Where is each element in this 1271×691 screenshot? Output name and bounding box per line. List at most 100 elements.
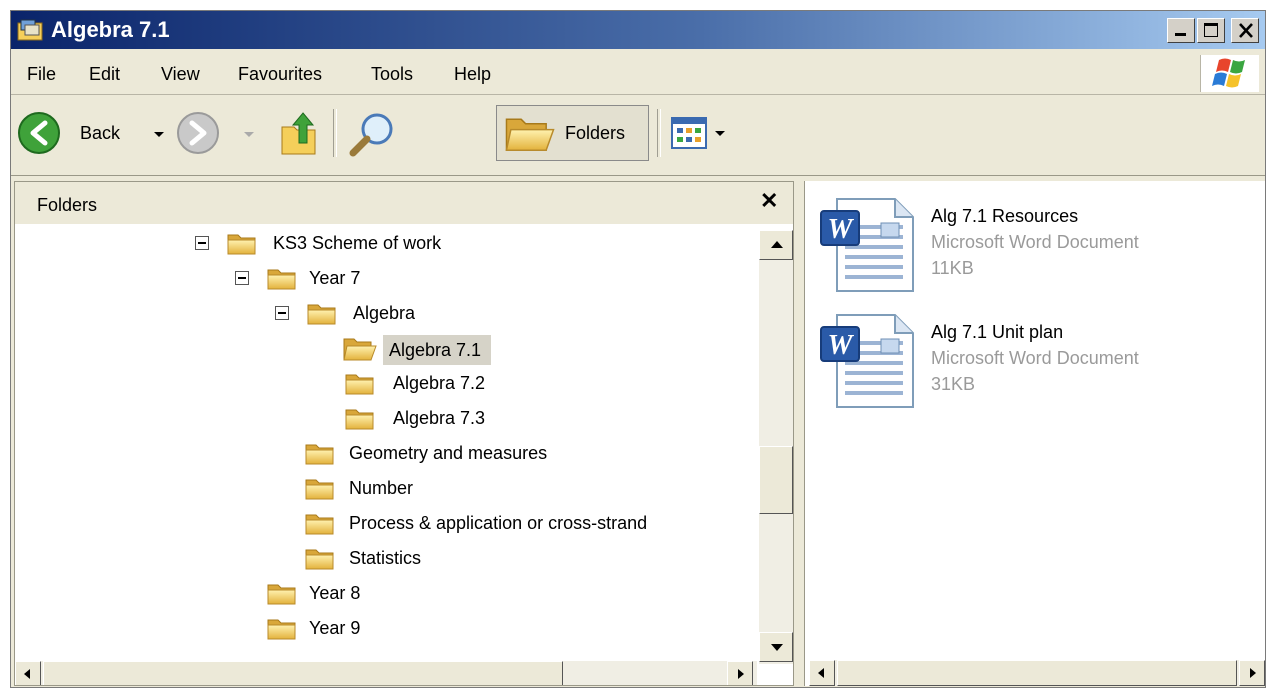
tree-horizontal-scrollbar[interactable] [15,661,757,685]
minimize-icon [1175,33,1186,36]
tree-item-label: KS3 Scheme of work [273,233,442,253]
tree-item-label: Number [349,478,414,498]
menu-bar: File Edit View Favourites Tools Help [11,52,1265,95]
folder-icon [227,234,256,255]
tree-item-year-8[interactable]: Year 8 [267,580,687,610]
folder-icon [267,584,296,605]
tree-item-label: Statistics [349,548,422,568]
minimize-button[interactable] [1167,18,1195,43]
file-type: Microsoft Word Document [931,232,1139,252]
scroll-thumb[interactable] [837,660,1237,686]
close-button[interactable] [1231,18,1259,43]
folders-pane: Folders ✕ KS3 Scheme of work Year 7 Alge… [14,181,794,686]
arrow-down-icon [771,644,783,651]
title-bar[interactable]: Algebra 7.1 [11,11,1265,49]
collapse-icon[interactable] [275,306,289,320]
forward-button[interactable] [176,111,266,155]
menu-favourites[interactable]: Favourites [238,63,322,85]
folder-icon [307,304,336,325]
tree-item-label: Algebra 7.2 [393,373,486,393]
collapse-icon[interactable] [235,271,249,285]
tree-item-algebra[interactable]: Algebra [275,300,675,330]
views-icon [671,117,707,149]
views-button[interactable] [671,117,741,153]
menu-file[interactable]: File [27,63,56,85]
file-list-pane: Alg 7.1 Resources Microsoft Word Documen… [804,181,1265,686]
back-arrow-icon [18,112,60,154]
file-list-horizontal-scrollbar[interactable] [809,660,1265,686]
back-button[interactable]: Back [17,111,167,155]
tree-item-algebra-7-3[interactable]: Algebra 7.3 [345,405,745,435]
windows-flag-icon [1212,58,1245,88]
arrow-right-icon [1250,668,1256,678]
arrow-up-icon [771,241,783,248]
up-folder-icon[interactable] [279,109,321,157]
explorer-folder-icon [17,19,43,41]
folders-label: Folders [565,123,626,143]
folder-icon [345,409,374,430]
folder-icon [305,444,334,465]
scroll-up-button[interactable] [759,230,793,260]
tree-item-statistics[interactable]: Statistics [305,545,725,575]
window-title: Algebra 7.1 [51,17,170,42]
tree-item-geometry-and-measures[interactable]: Geometry and measures [305,440,725,470]
scroll-thumb[interactable] [43,661,563,685]
back-dropdown-icon[interactable] [154,132,164,137]
scroll-right-button[interactable] [1239,660,1265,686]
file-item-alg-7-1-unit-plan[interactable]: Alg 7.1 Unit plan Microsoft Word Documen… [819,311,1259,421]
scroll-left-button[interactable] [809,660,835,686]
folder-tree: KS3 Scheme of work Year 7 Algebra Algebr… [15,224,757,659]
menu-help[interactable]: Help [454,63,491,85]
folders-pane-title: Folders [37,195,98,215]
folder-icon [305,479,334,500]
word-document-icon [820,314,914,408]
tree-item-label: Geometry and measures [349,443,548,463]
toolbar: Back Folders [11,97,1265,176]
tree-item-algebra-7-1[interactable]: Algebra 7.1 [343,335,743,365]
file-type: Microsoft Word Document [931,348,1139,368]
maximize-icon [1204,23,1218,37]
scroll-left-button[interactable] [15,661,41,685]
tree-item-process-application[interactable]: Process & application or cross-strand [305,510,745,540]
tree-item-label: Algebra [353,303,416,323]
menu-edit[interactable]: Edit [89,63,120,85]
folder-icon [305,514,334,535]
maximize-button[interactable] [1197,18,1225,43]
file-name: Alg 7.1 Resources [931,206,1079,226]
folders-button[interactable]: Folders [496,105,649,161]
folder-icon [305,549,334,570]
folder-icon [345,374,374,395]
arrow-left-icon [818,668,824,678]
close-icon [1239,23,1253,38]
open-folder-icon [343,338,377,361]
tree-item-label: Algebra 7.3 [393,408,486,428]
scroll-right-button[interactable] [727,661,753,685]
folder-icon [267,619,296,640]
menu-view[interactable]: View [161,63,200,85]
forward-arrow-icon [177,112,219,154]
file-name: Alg 7.1 Unit plan [931,322,1064,342]
explorer-window: Algebra 7.1 File Edit View Favourites To… [10,10,1266,688]
forward-dropdown-icon[interactable] [244,132,254,137]
tree-item-number[interactable]: Number [305,475,725,505]
tree-item-algebra-7-2[interactable]: Algebra 7.2 [345,370,745,400]
menu-tools[interactable]: Tools [371,63,413,85]
windows-logo [1200,55,1259,92]
collapse-icon[interactable] [195,236,209,250]
folders-pane-header: Folders ✕ [15,182,793,224]
tree-item-year-7[interactable]: Year 7 [235,265,635,295]
tree-item-year-9[interactable]: Year 9 [267,615,687,645]
folders-icon [505,118,555,151]
tree-item-ks3-scheme-of-work[interactable]: KS3 Scheme of work [195,230,695,260]
close-pane-icon[interactable]: ✕ [760,188,778,214]
tree-item-label: Year 9 [309,618,361,638]
file-size: 11KB [931,258,974,278]
file-item-alg-7-1-resources[interactable]: Alg 7.1 Resources Microsoft Word Documen… [819,195,1259,305]
views-dropdown-icon[interactable] [715,131,725,136]
tree-item-label: Year 8 [309,583,361,603]
scroll-down-button[interactable] [759,632,793,662]
scroll-thumb[interactable] [759,446,793,514]
tree-vertical-scrollbar[interactable] [759,230,793,664]
back-label: Back [80,123,121,143]
search-icon[interactable] [347,109,397,159]
